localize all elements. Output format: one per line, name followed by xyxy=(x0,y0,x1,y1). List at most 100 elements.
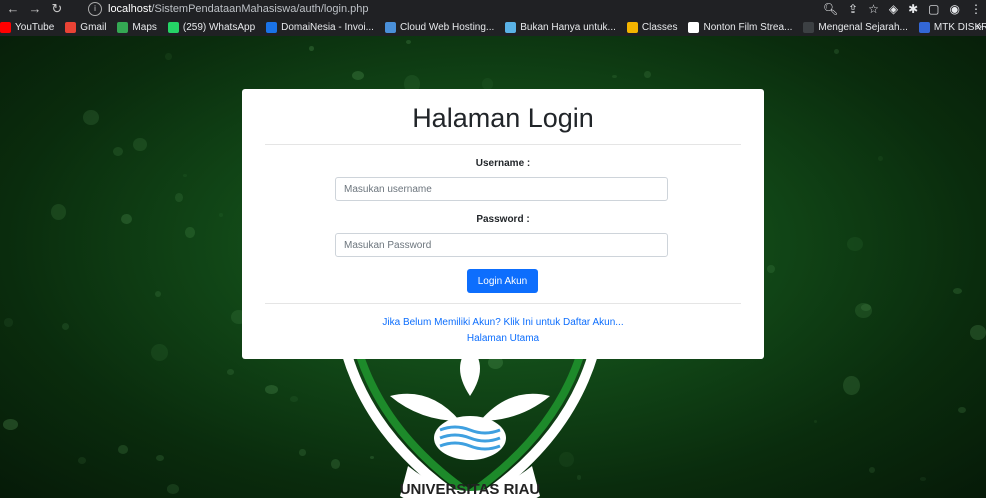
url-host: localhost xyxy=(108,3,152,15)
home-link[interactable]: Halaman Utama xyxy=(242,333,764,344)
page-icon xyxy=(803,21,815,33)
divider-bottom xyxy=(265,303,741,304)
page-title: Halaman Login xyxy=(412,103,594,133)
raindrop xyxy=(227,369,234,375)
whatsapp-icon xyxy=(167,21,179,33)
bookmark-item[interactable]: Nonton Film Strea... xyxy=(688,21,793,33)
username-label: Username : xyxy=(475,158,531,169)
bookmark-item[interactable]: Maps xyxy=(117,21,157,33)
extension-icon[interactable]: ◈ xyxy=(889,1,898,17)
raindrop xyxy=(264,384,279,394)
share-icon[interactable]: ⇪ xyxy=(848,1,858,17)
bookmark-label: Maps xyxy=(132,21,157,33)
raindrop xyxy=(156,454,165,461)
raindrop xyxy=(953,288,963,295)
raindrop xyxy=(166,484,180,494)
page-background: UNIVERSITAS RIAU Halaman Login Username … xyxy=(0,36,986,498)
bookmark-label: Gmail xyxy=(80,21,107,33)
bookmark-label: (259) WhatsApp xyxy=(182,21,256,33)
raindrop xyxy=(174,192,184,202)
classes-icon xyxy=(626,21,638,33)
zoom-icon[interactable]: 🔍︎ xyxy=(823,1,838,17)
bookmark-label: Nonton Film Strea... xyxy=(703,21,793,33)
raindrop xyxy=(814,419,818,423)
bookmark-item[interactable]: Classes xyxy=(626,21,678,33)
bookmarks-bar: YouTube Gmail Maps (259) WhatsApp DomaiNesia… xyxy=(0,18,986,36)
film-icon xyxy=(688,21,700,33)
bookmark-item[interactable]: DomaiNesia - Invoi... xyxy=(266,21,374,33)
raindrop xyxy=(113,147,124,157)
browser-toolbar-icons: 🔍︎ ⇪ ☆ ◈ ✱ ▢ ◉ ⋮ xyxy=(823,1,986,17)
address-bar[interactable]: i localhost/SistemPendataanMahasiswa/auth… xyxy=(88,1,369,17)
bookmark-item[interactable]: Bukan Hanya untuk... xyxy=(505,21,616,33)
raindrop xyxy=(308,45,315,52)
login-button[interactable]: Login Akun xyxy=(467,269,538,293)
register-link[interactable]: Jika Belum Memiliki Akun? Klik Ini untuk… xyxy=(242,317,764,328)
raindrop xyxy=(50,203,67,220)
site-info-icon[interactable]: i xyxy=(88,2,102,17)
bookmark-label: Bukan Hanya untuk... xyxy=(520,21,616,33)
bookmarks-overflow-chevron-icon[interactable]: » xyxy=(976,18,982,36)
raindrop xyxy=(611,75,617,79)
raindrop xyxy=(854,303,872,319)
youtube-icon xyxy=(0,21,11,33)
bookmark-item[interactable]: YouTube xyxy=(0,21,55,33)
raindrop xyxy=(61,322,69,330)
divider-top xyxy=(265,144,741,145)
puzzle-icon[interactable]: ✱ xyxy=(908,1,918,17)
profile-avatar-icon[interactable]: ◉ xyxy=(950,1,960,17)
raindrop xyxy=(133,137,147,152)
maps-icon xyxy=(117,21,129,33)
username-input[interactable] xyxy=(335,177,668,201)
reload-icon[interactable]: ↻ xyxy=(50,2,64,16)
raindrop xyxy=(644,70,652,79)
bookmark-star-icon[interactable]: ☆ xyxy=(868,1,879,17)
hosting-icon xyxy=(384,21,396,33)
raindrop xyxy=(766,264,776,274)
raindrop xyxy=(406,39,411,44)
domainesia-icon xyxy=(266,21,278,33)
bookmark-label: Classes xyxy=(641,21,678,33)
raindrop xyxy=(185,226,195,238)
menu-kebab-icon[interactable]: ⋮ xyxy=(970,1,982,17)
raindrop xyxy=(290,395,299,402)
raindrop xyxy=(920,477,926,481)
prezi-icon xyxy=(918,21,930,33)
bookmark-label: Cloud Web Hosting... xyxy=(399,21,495,33)
url-path: /SistemPendataanMahasiswa/auth/login.php xyxy=(151,3,369,15)
raindrop xyxy=(151,343,168,361)
raindrop xyxy=(846,236,863,251)
back-arrow-icon[interactable]: ← xyxy=(6,2,20,16)
raindrop xyxy=(834,49,839,55)
raindrop xyxy=(2,418,19,430)
raindrop xyxy=(843,376,860,396)
bookmark-label: YouTube xyxy=(15,21,55,33)
browser-nav-row: ← → ↻ i localhost/SistemPendataanMahasisw… xyxy=(0,0,986,18)
bookmark-label: DomaiNesia - Invoi... xyxy=(281,21,374,33)
raindrop xyxy=(869,467,876,474)
forward-arrow-icon[interactable]: → xyxy=(28,2,42,16)
bookmark-item[interactable]: Gmail xyxy=(65,21,107,33)
raindrop xyxy=(481,78,493,90)
browser-chrome: ← → ↻ i localhost/SistemPendataanMahasisw… xyxy=(0,0,986,36)
bookmark-item[interactable]: Cloud Web Hosting... xyxy=(384,21,495,33)
raindrop xyxy=(78,457,86,464)
raindrop xyxy=(957,406,966,413)
password-label: Password : xyxy=(476,214,530,225)
password-input[interactable] xyxy=(335,233,668,257)
raindrop xyxy=(218,213,224,218)
side-panel-icon[interactable]: ▢ xyxy=(928,1,939,17)
bookmark-item[interactable]: Mengenal Sejarah... xyxy=(803,21,908,33)
diamond-icon xyxy=(505,21,517,33)
raindrop xyxy=(165,53,172,60)
raindrop xyxy=(117,445,129,454)
bookmark-item[interactable]: (259) WhatsApp xyxy=(167,21,256,33)
raindrop xyxy=(352,71,365,81)
raindrop xyxy=(878,156,884,162)
raindrop xyxy=(182,174,187,177)
raindrop xyxy=(121,213,133,224)
login-card: Halaman Login Username : Password : Logi… xyxy=(242,89,764,359)
raindrop xyxy=(83,110,99,125)
gmail-icon xyxy=(65,21,77,33)
bookmark-label: Mengenal Sejarah... xyxy=(818,21,908,33)
